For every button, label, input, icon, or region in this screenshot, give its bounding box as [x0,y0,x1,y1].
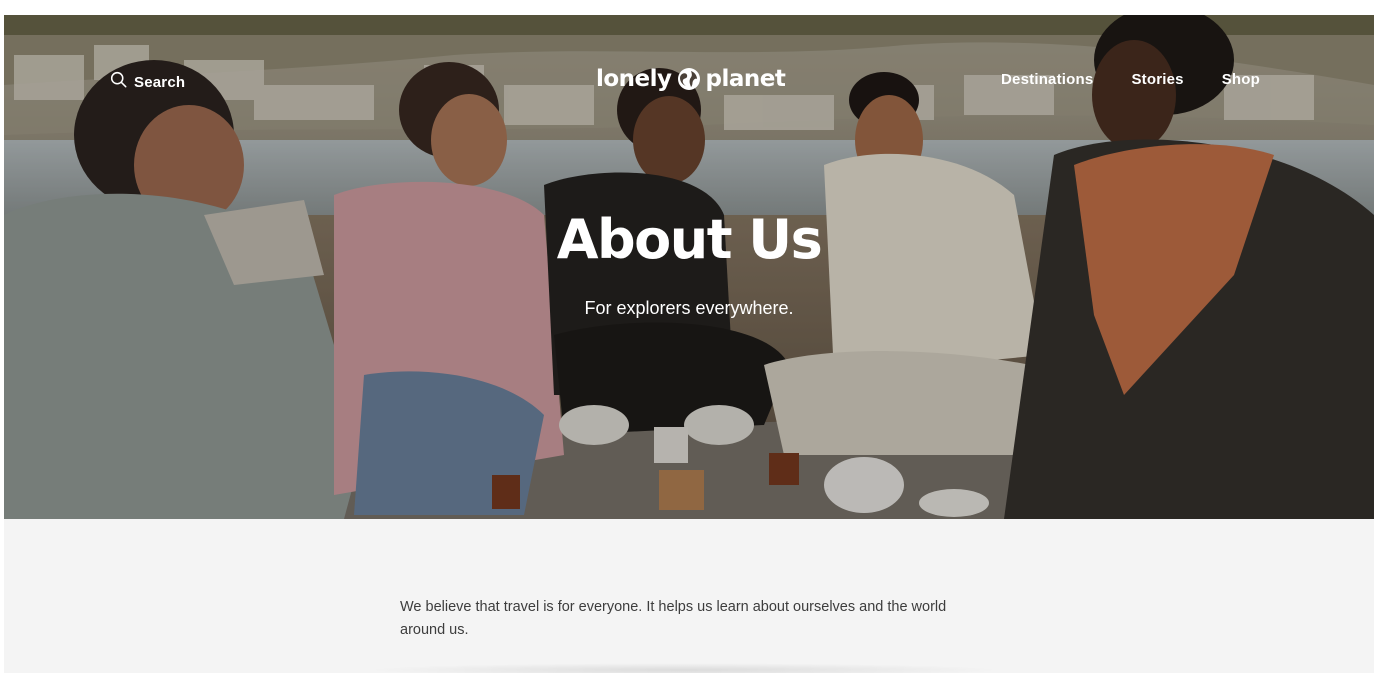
page-title: About Us [556,208,823,271]
globe-icon [677,67,701,91]
logo-text-left: lonely [596,66,672,92]
page-subtitle: For explorers everywhere. [584,298,794,318]
search-label: Search [134,73,186,91]
hero-section: Search lonely planet Destinations Storie… [4,15,1374,519]
page-frame: Search lonely planet Destinations Storie… [4,15,1374,673]
primary-nav: Destinations Stories Shop [1001,71,1260,88]
logo-text-right: planet [705,66,786,92]
nav-link-stories[interactable]: Stories [1131,71,1183,88]
search-icon [110,71,127,93]
intro-paragraph: We believe that travel is for everyone. … [400,599,947,638]
search-button[interactable]: Search [110,71,185,93]
section-shadow [364,663,1004,673]
lonely-planet-logo[interactable]: lonely planet [596,62,786,96]
nav-link-shop[interactable]: Shop [1222,71,1260,88]
nav-link-destinations[interactable]: Destinations [1001,71,1093,88]
